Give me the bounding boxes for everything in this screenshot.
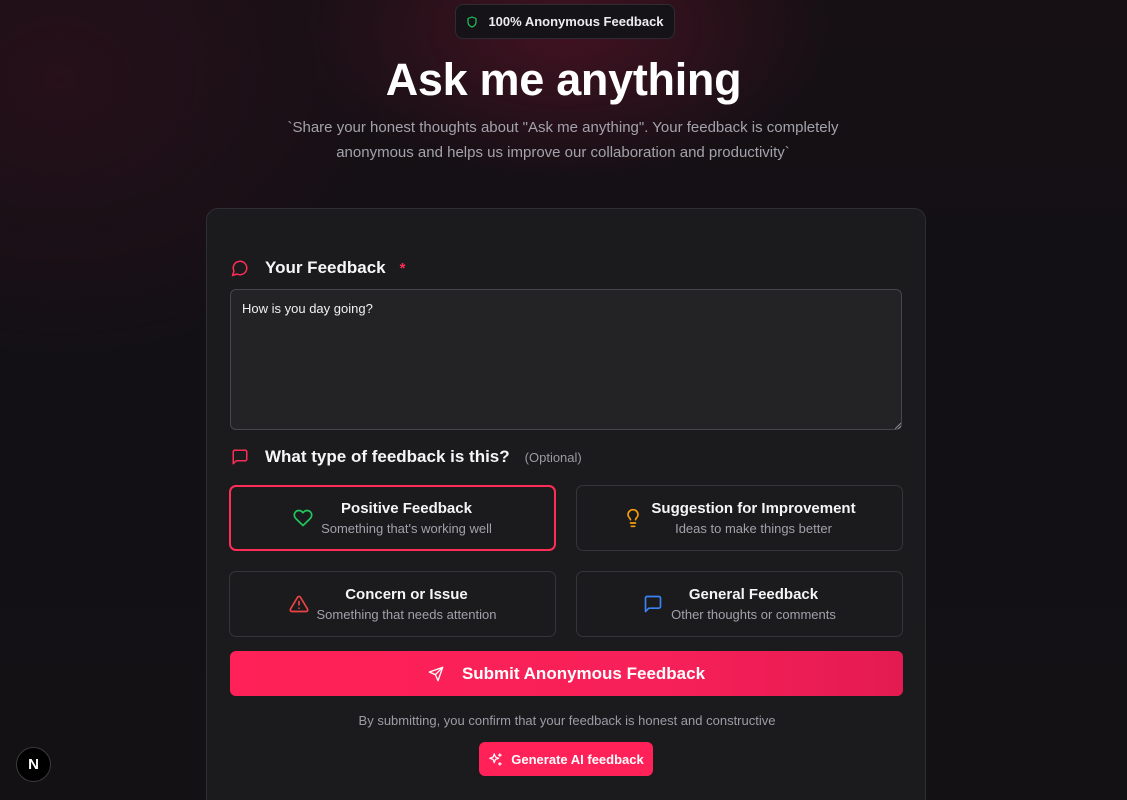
next-logo-icon: N — [28, 756, 39, 773]
subtitle-line-2: anonymous and helps us improve our colla… — [336, 144, 790, 161]
resize-grip-icon[interactable] — [895, 423, 901, 429]
ai-button-label: Generate AI feedback — [511, 751, 644, 767]
option-desc: Ideas to make things better — [675, 521, 832, 536]
required-mark: * — [399, 259, 406, 277]
badge-label: 100% Anonymous Feedback — [488, 14, 664, 29]
subtitle-line-1: `Share your honest thoughts about "Ask m… — [287, 119, 839, 136]
option-title: Suggestion for Improvement — [651, 500, 856, 517]
message-square-icon — [232, 449, 248, 465]
feedback-label: Your Feedback * — [231, 258, 405, 278]
warning-icon — [288, 595, 309, 613]
message-square-icon — [644, 595, 662, 613]
heart-icon — [293, 509, 313, 527]
generate-ai-feedback-button[interactable]: Generate AI feedback — [479, 742, 653, 776]
page-title: Ask me anything — [385, 54, 742, 105]
type-label-text: What type of feedback is this? — [265, 447, 510, 466]
page-subtitle: `Share your honest thoughts about "Ask m… — [263, 115, 863, 165]
option-desc: Something that's working well — [321, 521, 492, 536]
option-title: General Feedback — [688, 586, 819, 603]
option-desc: Other thoughts or comments — [671, 607, 836, 622]
option-concern[interactable]: Concern or Issue Something that needs at… — [229, 571, 556, 637]
option-title: Concern or Issue — [345, 586, 468, 603]
send-icon — [428, 666, 444, 681]
option-positive-feedback[interactable]: Positive Feedback Something that's worki… — [229, 485, 556, 551]
feedback-card: Your Feedback * What type of feedback is… — [206, 208, 926, 800]
message-circle-icon — [231, 260, 248, 277]
submit-note: By submitting, you confirm that your fee… — [358, 713, 776, 728]
option-desc: Something that needs attention — [316, 607, 497, 622]
shield-icon — [467, 15, 478, 28]
type-label: What type of feedback is this? (Optional… — [231, 447, 582, 467]
submit-feedback-button[interactable]: Submit Anonymous Feedback — [230, 651, 903, 696]
feedback-textarea[interactable] — [230, 289, 902, 430]
option-title: Positive Feedback — [341, 500, 472, 517]
anonymous-badge: 100% Anonymous Feedback — [455, 4, 675, 39]
option-general[interactable]: General Feedback Other thoughts or comme… — [576, 571, 903, 637]
lightbulb-icon — [627, 508, 640, 528]
feedback-label-text: Your Feedback — [265, 258, 386, 277]
sparkles-icon — [489, 752, 503, 766]
submit-label: Submit Anonymous Feedback — [461, 663, 706, 683]
next-dev-badge[interactable]: N — [16, 747, 51, 782]
option-suggestion[interactable]: Suggestion for Improvement Ideas to make… — [576, 485, 903, 551]
optional-label: (Optional) — [524, 449, 582, 465]
